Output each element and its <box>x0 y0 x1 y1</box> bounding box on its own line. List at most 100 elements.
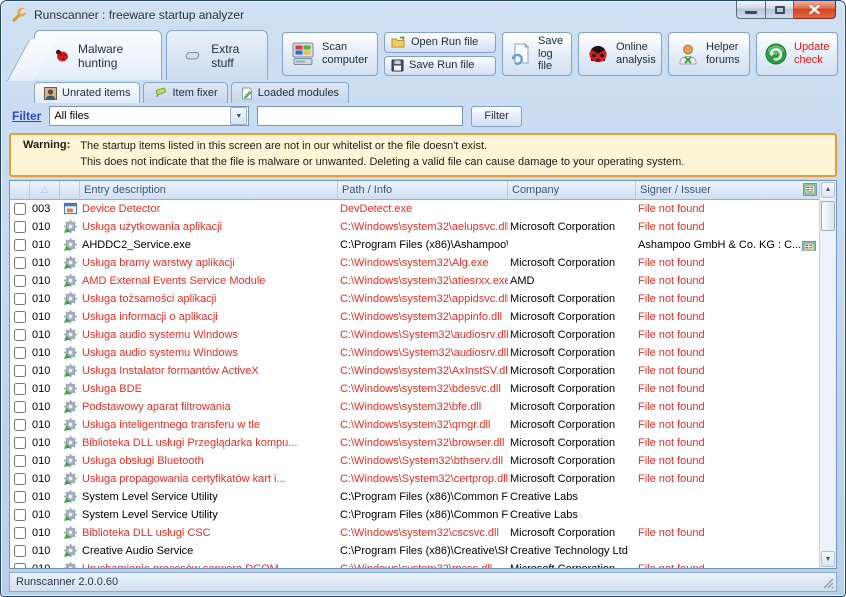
sort-triangle-icon: △ <box>41 184 48 195</box>
header-entry-description[interactable]: Entry description <box>80 181 338 199</box>
row-checkbox[interactable] <box>14 545 26 557</box>
row-number: 010 <box>30 221 60 233</box>
table-row[interactable]: 010Usługa audio systemu WindowsC:\Window… <box>10 326 819 344</box>
main-tab-strip: Malware hunting Extra stuff Scancomputer <box>8 30 838 80</box>
row-checkbox[interactable] <box>14 311 26 323</box>
scrollbar-thumb[interactable] <box>821 201 835 231</box>
row-checkbox[interactable] <box>14 293 26 305</box>
row-checkbox[interactable] <box>14 455 26 467</box>
row-checkbox[interactable] <box>14 257 26 269</box>
row-checkbox[interactable] <box>14 563 26 568</box>
table-row[interactable]: 010Usługa audio systemu WindowsC:\Window… <box>10 344 819 362</box>
minimize-icon <box>745 11 757 14</box>
row-checkbox[interactable] <box>14 203 26 215</box>
table-row[interactable]: 010Usługa obsługi BluetoothC:\Windows\Sy… <box>10 452 819 470</box>
table-row[interactable]: 010Biblioteka DLL usługi CSCC:\Windows\s… <box>10 524 819 542</box>
filter-dropdown[interactable]: All files ▼ <box>49 106 249 126</box>
table-row[interactable]: 010Usługa informacji o aplikacjiC:\Windo… <box>10 308 819 326</box>
tab-unrated-items[interactable]: Unrated items <box>34 82 140 103</box>
vertical-scrollbar[interactable]: ▲ ▼ <box>819 181 836 568</box>
table-row[interactable]: 010Usługa bramy warstwy aplikacjiC:\Wind… <box>10 254 819 272</box>
scan-computer-button[interactable]: Scancomputer <box>282 32 378 76</box>
path-info-cell: C:\Windows\system32\browser.dll <box>338 437 508 449</box>
row-checkbox[interactable] <box>14 239 26 251</box>
floppy-disk-icon <box>391 59 404 72</box>
header-checkbox-column[interactable] <box>10 181 30 199</box>
entry-description-cell: System Level Service Utility <box>80 509 338 521</box>
path-info-cell: C:\Windows\system32\Alg.exe <box>338 257 508 269</box>
row-checkbox[interactable] <box>14 419 26 431</box>
row-number: 010 <box>30 329 60 341</box>
filter-link[interactable]: Filter <box>12 109 41 123</box>
tab-malware-hunting[interactable]: Malware hunting <box>34 30 162 80</box>
signer-issuer-cell: File not found <box>636 473 819 485</box>
row-checkbox[interactable] <box>14 491 26 503</box>
table-row[interactable]: 003Device DetectorDevDetect.exeFile not … <box>10 200 819 218</box>
list-rows: 003Device DetectorDevDetect.exeFile not … <box>10 200 819 568</box>
row-checkbox[interactable] <box>14 347 26 359</box>
table-row[interactable]: 010AMD External Events Service ModuleC:\… <box>10 272 819 290</box>
path-info-cell: C:\Windows\system32\bdesvc.dll <box>338 383 508 395</box>
scrollbar-track[interactable] <box>820 199 836 550</box>
minimize-button[interactable] <box>736 1 766 19</box>
row-checkbox[interactable] <box>14 329 26 341</box>
row-checkbox[interactable] <box>14 275 26 287</box>
chevron-down-icon[interactable]: ▼ <box>230 107 247 125</box>
tab-loaded-modules[interactable]: Loaded modules <box>231 82 349 103</box>
entry-description-cell: Usługa bramy warstwy aplikacji <box>80 257 338 269</box>
row-checkbox[interactable] <box>14 473 26 485</box>
header-signer-issuer[interactable]: Signer / Issuer <box>636 181 819 199</box>
table-row[interactable]: 010Usługa Instalator formantów ActiveXC:… <box>10 362 819 380</box>
helper-forums-button[interactable]: Helperforums <box>668 32 750 76</box>
row-checkbox[interactable] <box>14 527 26 539</box>
update-check-button[interactable]: Updatecheck <box>756 32 838 76</box>
tab-extra-stuff[interactable]: Extra stuff <box>166 30 268 80</box>
table-row[interactable]: 010Usługa propagowania certyfikatów kart… <box>10 470 819 488</box>
scroll-up-icon[interactable]: ▲ <box>821 182 835 198</box>
table-row[interactable]: 010Usługa tożsamości aplikacjiC:\Windows… <box>10 290 819 308</box>
header-sort-column[interactable]: △ <box>30 181 60 199</box>
table-row[interactable]: 010Usługa BDEC:\Windows\system32\bdesvc.… <box>10 380 819 398</box>
save-log-file-button[interactable]: Savelog file <box>502 32 572 76</box>
table-row[interactable]: 010Creative Audio ServiceC:\Program File… <box>10 542 819 560</box>
entry-description-cell: Usługa audio systemu Windows <box>80 347 338 359</box>
close-button[interactable] <box>794 1 836 19</box>
row-checkbox[interactable] <box>14 383 26 395</box>
filter-button[interactable]: Filter <box>471 106 521 127</box>
save-run-file-button[interactable]: Save Run file <box>384 56 496 77</box>
tab-item-fixer[interactable]: Item fixer <box>143 82 227 103</box>
row-checkbox[interactable] <box>14 437 26 449</box>
column-customize-icon[interactable] <box>803 183 817 196</box>
maximize-button[interactable] <box>766 1 794 19</box>
row-checkbox[interactable] <box>14 509 26 521</box>
resize-grip[interactable] <box>822 577 834 589</box>
scroll-down-icon[interactable]: ▼ <box>821 551 835 567</box>
open-run-file-button[interactable]: Open Run file <box>384 32 496 53</box>
service-gear-icon <box>60 489 80 504</box>
filter-text-input[interactable] <box>257 106 463 126</box>
table-row[interactable]: 010Biblioteka DLL usługi Przeglądarka ko… <box>10 434 819 452</box>
status-text: Runscanner 2.0.0.60 <box>16 576 118 588</box>
table-row[interactable]: 010Usługa użytkowania aplikacjiC:\Window… <box>10 218 819 236</box>
header-path-info[interactable]: Path / Info <box>338 181 508 199</box>
table-row[interactable]: 010Usługa inteligentnego transferu w tle… <box>10 416 819 434</box>
warning-title: Warning: <box>23 139 70 171</box>
table-row[interactable]: 010Podstawowy aparat filtrowaniaC:\Windo… <box>10 398 819 416</box>
scan-label-2: computer <box>322 54 368 67</box>
table-row[interactable]: 010System Level Service UtilityC:\Progra… <box>10 506 819 524</box>
helper-label-2: forums <box>706 54 740 67</box>
warning-line-1: The startup items listed in this screen … <box>80 139 684 155</box>
open-folder-icon <box>391 36 406 49</box>
row-checkbox[interactable] <box>14 221 26 233</box>
online-analysis-button[interactable]: Onlineanalysis <box>578 32 662 76</box>
header-company[interactable]: Company <box>508 181 636 199</box>
header-icon-column[interactable] <box>60 181 80 199</box>
table-row[interactable]: 010AHDDC2_Service.exeC:\Program Files (x… <box>10 236 819 254</box>
row-checkbox[interactable] <box>14 365 26 377</box>
table-row[interactable]: 010Uruchamianie procesów serwera DCOMC:\… <box>10 560 819 568</box>
table-row[interactable]: 010System Level Service UtilityC:\Progra… <box>10 488 819 506</box>
entry-description-cell: Usługa BDE <box>80 383 338 395</box>
company-cell: Microsoft Corporation <box>508 257 636 269</box>
title-bar[interactable]: Runscanner : freeware startup analyzer <box>1 1 845 28</box>
row-checkbox[interactable] <box>14 401 26 413</box>
